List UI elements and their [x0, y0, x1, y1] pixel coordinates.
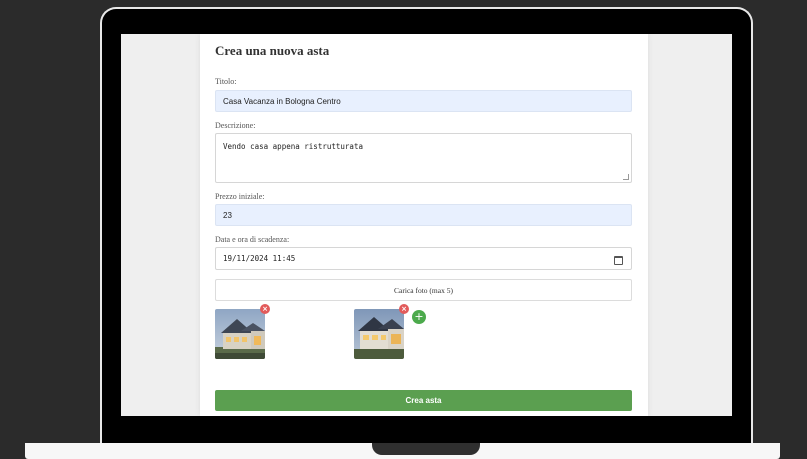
- scadenza-label: Data e ora di scadenza:: [215, 235, 290, 244]
- remove-photo-1-button[interactable]: ×: [260, 304, 270, 314]
- descrizione-textarea[interactable]: Vendo casa appena ristrutturata: [215, 133, 632, 183]
- scadenza-datetime-input[interactable]: 19/11/2024 11:45: [215, 247, 632, 270]
- form-title: Crea una nuova asta: [215, 43, 330, 58]
- photo-thumbnail: [215, 309, 265, 359]
- titolo-input[interactable]: Casa Vacanza in Bologna Centro: [215, 90, 632, 112]
- house-photo-1: [215, 309, 265, 359]
- prezzo-input-value: 23: [223, 210, 232, 220]
- screen: Crea una nuova asta Titolo: Casa Vacanza…: [121, 34, 732, 416]
- scadenza-input-value: 19/11/2024 11:45: [223, 254, 296, 263]
- photo-thumbnail: [354, 309, 404, 359]
- add-photo-button[interactable]: +: [412, 310, 426, 324]
- laptop-notch: [372, 443, 480, 455]
- titolo-input-value: Casa Vacanza in Bologna Centro: [223, 96, 341, 106]
- resize-grip-icon[interactable]: [623, 174, 629, 180]
- remove-photo-2-button[interactable]: ×: [399, 304, 409, 314]
- house-photo-2: [354, 309, 404, 359]
- prezzo-input[interactable]: 23: [215, 204, 632, 226]
- upload-photos-button[interactable]: Carica foto (max 5): [215, 279, 632, 301]
- create-auction-form: Crea una nuova asta Titolo: Casa Vacanza…: [200, 34, 648, 416]
- calendar-icon[interactable]: [614, 256, 623, 265]
- descrizione-label: Descrizione:: [215, 121, 256, 130]
- create-auction-submit-button[interactable]: Crea asta: [215, 390, 632, 411]
- prezzo-label: Prezzo iniziale:: [215, 192, 265, 201]
- descrizione-textarea-value: Vendo casa appena ristrutturata: [223, 142, 363, 151]
- titolo-label: Titolo:: [215, 77, 237, 86]
